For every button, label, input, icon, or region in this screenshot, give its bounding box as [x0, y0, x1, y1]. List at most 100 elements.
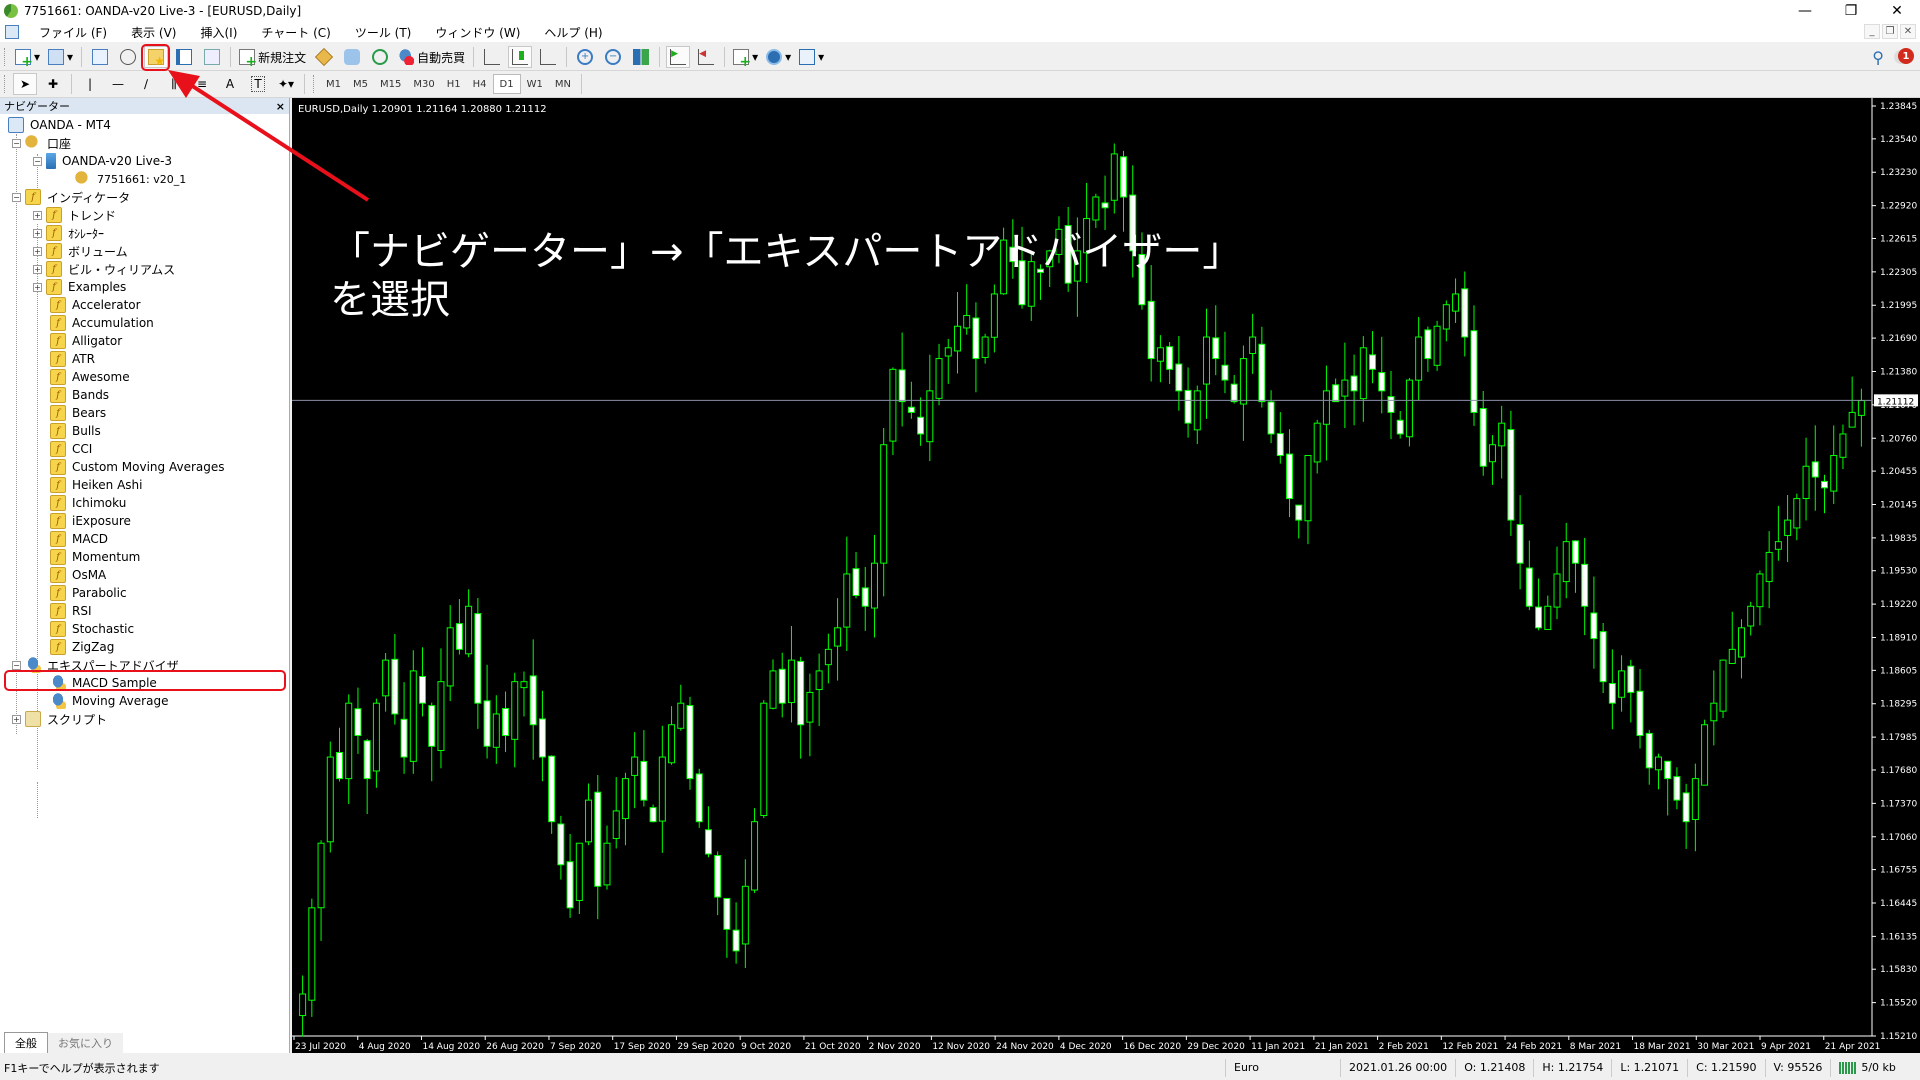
tree-indicator-item[interactable]: f RSI	[0, 602, 289, 620]
timeframe-w1[interactable]: W1	[521, 74, 549, 94]
expand-icon[interactable]: +	[12, 714, 21, 724]
collapse-icon[interactable]: −	[12, 192, 21, 202]
timeframe-mn[interactable]: MN	[549, 74, 577, 94]
auto-scroll-button[interactable]: ▶	[666, 46, 691, 68]
zoom-out-button[interactable]: −	[601, 46, 625, 68]
collapse-icon[interactable]: −	[12, 138, 21, 148]
tree-indicator-item[interactable]: f Bands	[0, 386, 289, 404]
expand-icon[interactable]: +	[33, 264, 42, 274]
fibonacci-button[interactable]: ≡	[190, 73, 214, 95]
line-chart-button[interactable]	[536, 46, 560, 68]
navigator-close-button[interactable]: ×	[276, 100, 285, 113]
timeframe-m30[interactable]: M30	[407, 74, 440, 94]
templates-button[interactable]: ▾	[797, 46, 826, 68]
tree-indicator-item[interactable]: f Stochastic	[0, 620, 289, 638]
new-order-button[interactable]: + 新規注文	[237, 46, 308, 69]
timeframe-h4[interactable]: H4	[467, 74, 493, 94]
periods-button[interactable]: ▾	[764, 46, 793, 68]
tree-indicator-group[interactable]: + f ビル・ウィリアムス	[0, 260, 289, 278]
tree-indicator-item[interactable]: f Heiken Ashi	[0, 476, 289, 494]
tree-indicator-item[interactable]: f Custom Moving Averages	[0, 458, 289, 476]
market-watch-button[interactable]	[88, 46, 112, 68]
metaeditor-button[interactable]	[312, 46, 336, 68]
timeframe-m15[interactable]: M15	[374, 74, 407, 94]
chart-minimize-button[interactable]: _	[1864, 24, 1880, 39]
tree-indicator-item[interactable]: f OsMA	[0, 566, 289, 584]
cursor-button[interactable]: ➤	[13, 73, 37, 95]
signals-button[interactable]	[340, 46, 364, 68]
equidistant-channel-button[interactable]: ⫼	[162, 73, 186, 95]
collapse-icon[interactable]: −	[33, 156, 42, 166]
tree-account[interactable]: 7751661: v20_1	[0, 170, 289, 188]
chart-restore-button[interactable]: ❐	[1882, 24, 1898, 39]
tree-root[interactable]: OANDA - MT4	[0, 116, 289, 134]
trendline-button[interactable]: ∕	[134, 73, 158, 95]
arrows-button[interactable]: ✦▾	[274, 73, 298, 95]
restore-button[interactable]: ❐	[1828, 0, 1874, 22]
menu-insert[interactable]: 挿入(I)	[188, 24, 249, 41]
tree-indicator-item[interactable]: f Bulls	[0, 422, 289, 440]
menu-file[interactable]: ファイル (F)	[27, 24, 119, 41]
strategy-tester-button[interactable]	[200, 46, 224, 68]
tree-accounts[interactable]: − 口座	[0, 134, 289, 152]
tree-server[interactable]: − OANDA-v20 Live-3	[0, 152, 289, 170]
search-icon[interactable]: ⚲	[1872, 48, 1884, 67]
tree-indicator-item[interactable]: f ATR	[0, 350, 289, 368]
expand-icon[interactable]: +	[33, 282, 42, 292]
tree-indicator-item[interactable]: f iExposure	[0, 512, 289, 530]
zoom-in-button[interactable]: +	[573, 46, 597, 68]
tree-indicator-item[interactable]: f ZigZag	[0, 638, 289, 656]
tree-indicator-item[interactable]: f Awesome	[0, 368, 289, 386]
tree-indicator-item[interactable]: f MACD	[0, 530, 289, 548]
candlestick-button[interactable]	[508, 46, 533, 68]
tree-indicators[interactable]: − f インディケータ	[0, 188, 289, 206]
chart-close-button[interactable]: ✕	[1900, 24, 1916, 39]
collapse-icon[interactable]: −	[12, 660, 21, 670]
tile-windows-button[interactable]	[629, 46, 653, 68]
market-button[interactable]	[368, 46, 392, 68]
tree-indicator-item[interactable]: f Parabolic	[0, 584, 289, 602]
tree-indicator-item[interactable]: f Momentum	[0, 548, 289, 566]
minimize-button[interactable]: —	[1782, 0, 1828, 22]
menu-tools[interactable]: ツール (T)	[343, 24, 424, 41]
indicators-button[interactable]: + ▾	[731, 46, 760, 69]
notification-badge[interactable]: 1	[1898, 48, 1914, 64]
close-button[interactable]: ✕	[1874, 0, 1920, 22]
timeframe-d1[interactable]: D1	[492, 74, 521, 94]
timeframe-m5[interactable]: M5	[347, 74, 374, 94]
chart-shift-button[interactable]: ◀	[694, 46, 718, 68]
tree-indicator-item[interactable]: f Accumulation	[0, 314, 289, 332]
tree-indicator-group[interactable]: + f Examples	[0, 278, 289, 296]
menu-view[interactable]: 表示 (V)	[119, 24, 188, 41]
expand-icon[interactable]: +	[33, 246, 42, 256]
timeframe-m1[interactable]: M1	[320, 74, 347, 94]
tree-indicator-item[interactable]: f Ichimoku	[0, 494, 289, 512]
menu-chart[interactable]: チャート (C)	[249, 24, 342, 41]
vertical-line-button[interactable]: |	[78, 73, 102, 95]
auto-trading-button[interactable]: 自動売買	[396, 46, 467, 68]
timeframe-h1[interactable]: H1	[441, 74, 467, 94]
data-window-button[interactable]	[116, 46, 140, 68]
tab-favorites[interactable]: お気に入り	[48, 1033, 123, 1053]
tree-indicator-group[interactable]: + f トレンド	[0, 206, 289, 224]
tree-scripts[interactable]: + スクリプト	[0, 710, 289, 728]
tree-indicator-item[interactable]: f CCI	[0, 440, 289, 458]
tree-indicator-group[interactable]: + f ボリューム	[0, 242, 289, 260]
tree-indicator-item[interactable]: f Accelerator	[0, 296, 289, 314]
tree-indicator-item[interactable]: f Alligator	[0, 332, 289, 350]
menu-window[interactable]: ウィンドウ (W)	[423, 24, 532, 41]
tree-indicator-group[interactable]: + f ｵｼﾚｰﾀｰ	[0, 224, 289, 242]
profiles-button[interactable]: ▾	[46, 46, 75, 68]
chart-window-icon[interactable]	[5, 25, 19, 39]
text-label-button[interactable]: T	[246, 73, 270, 95]
tree-expert-item[interactable]: Moving Average	[0, 692, 289, 710]
expand-icon[interactable]: +	[33, 228, 42, 238]
horizontal-line-button[interactable]: —	[106, 73, 130, 95]
tree-indicator-item[interactable]: f Bears	[0, 404, 289, 422]
new-chart-button[interactable]: + ▾	[13, 46, 42, 69]
bar-chart-button[interactable]	[480, 46, 504, 68]
tab-general[interactable]: 全般	[4, 1032, 48, 1053]
expand-icon[interactable]: +	[33, 210, 42, 220]
crosshair-button[interactable]: ✚	[41, 73, 65, 95]
menu-help[interactable]: ヘルプ (H)	[532, 24, 614, 41]
